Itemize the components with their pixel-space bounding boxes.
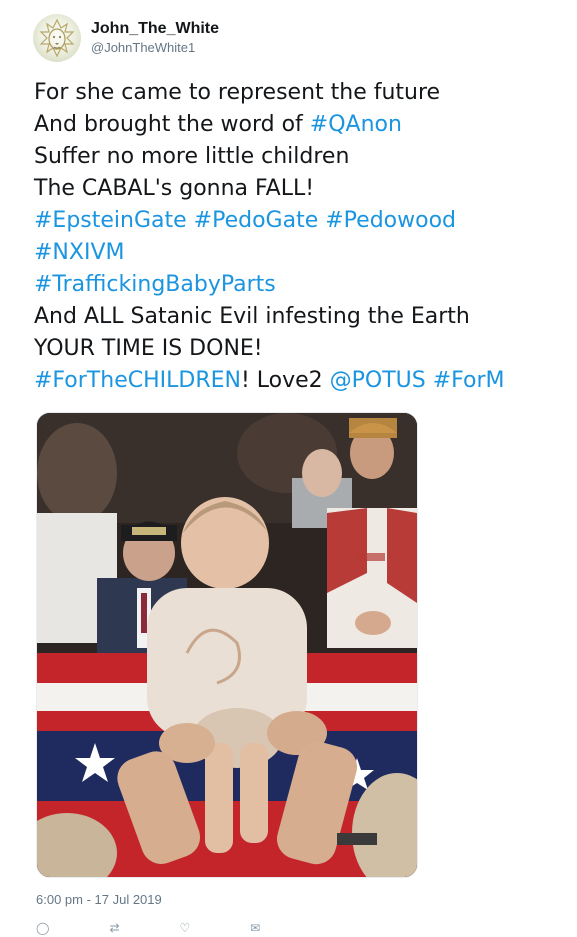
tweet-text-line: Suffer no more little children xyxy=(34,141,574,173)
tweet-text-line: The CABAL's gonna FALL! xyxy=(34,173,574,205)
hashtag-link[interactable]: #EpsteinGate xyxy=(34,208,187,233)
tweet-text-segment: And brought the word of xyxy=(34,112,310,137)
tweet-text-segment: The CABAL's gonna FALL! xyxy=(34,176,315,201)
tweet-text-segment xyxy=(426,368,433,393)
tweet-text-line: #EpsteinGate #PedoGate #Pedowood xyxy=(34,205,574,237)
tweet-text-segment: YOUR TIME IS DONE! xyxy=(34,336,263,361)
hashtag-link[interactable]: #Pedowood xyxy=(325,208,456,233)
avatar[interactable] xyxy=(33,14,81,62)
hashtag-link[interactable]: #ForTheCHILDREN xyxy=(34,368,241,393)
user-names: John_The_White @JohnTheWhite1 xyxy=(91,19,219,57)
tweet-actions: ◯ ⇄ ♡ ✉ xyxy=(36,921,436,937)
tweet-text-line: And ALL Satanic Evil infesting the Earth xyxy=(34,301,574,333)
display-name[interactable]: John_The_White xyxy=(91,19,219,39)
tweet-text-line: #NXIVM xyxy=(34,237,574,269)
tweet-text-segment: ! Love2 xyxy=(240,368,330,393)
hashtag-link[interactable]: #TraffickingBabyParts xyxy=(34,272,276,297)
tweet-text: For she came to represent the future And … xyxy=(34,77,574,397)
tweet-text-line: #TraffickingBabyParts xyxy=(34,269,574,301)
lion-face-drawing xyxy=(39,18,75,58)
tweet-text-line: And brought the word of #QAnon xyxy=(34,109,574,141)
heart-icon[interactable]: ♡ xyxy=(180,921,191,937)
user-handle[interactable]: @JohnTheWhite1 xyxy=(91,39,219,57)
reply-icon[interactable]: ◯ xyxy=(36,921,49,937)
retweet-icon[interactable]: ⇄ xyxy=(109,921,119,937)
mention-link[interactable]: @POTUS xyxy=(330,368,426,393)
tweet-media[interactable] xyxy=(36,412,418,878)
tweet-text-segment: For she came to represent the future xyxy=(34,80,441,105)
tweet-text-segment: Suffer no more little children xyxy=(34,144,350,169)
mail-icon[interactable]: ✉ xyxy=(250,921,260,937)
rally-photo xyxy=(37,413,417,877)
tweet-timestamp[interactable]: 6:00 pm - 17 Jul 2019 xyxy=(36,892,162,908)
tweet-text-segment xyxy=(187,208,194,233)
tweet-text-line: For she came to represent the future xyxy=(34,77,574,109)
tweet-text-line: YOUR TIME IS DONE! xyxy=(34,333,574,365)
tweet: John_The_White @JohnTheWhite1 For she ca… xyxy=(0,0,577,935)
tweet-text-line: #ForTheCHILDREN! Love2 @POTUS #ForM xyxy=(34,365,574,397)
hashtag-link[interactable]: #QAnon xyxy=(310,112,402,137)
hashtag-link[interactable]: #NXIVM xyxy=(34,240,124,265)
tweet-header: John_The_White @JohnTheWhite1 xyxy=(33,14,219,62)
tweet-text-segment: And ALL Satanic Evil infesting the Earth xyxy=(34,304,470,329)
hashtag-link[interactable]: #PedoGate xyxy=(194,208,319,233)
hashtag-link[interactable]: #ForM xyxy=(433,368,505,393)
